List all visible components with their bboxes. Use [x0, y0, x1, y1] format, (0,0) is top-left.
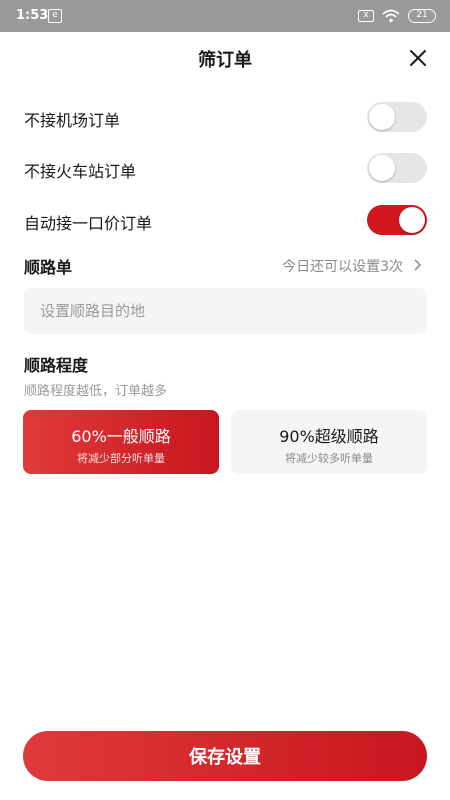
status-time: 1:53 [16, 8, 49, 23]
header: 筛订单 [0, 32, 450, 84]
status-bar: 1:53 e x 21 [0, 0, 450, 32]
wifi-icon [382, 9, 400, 23]
route-degree-title: 顺路程度 [24, 356, 89, 375]
route-destination-input[interactable] [24, 288, 427, 334]
route-order-row: 顺路单 今日还可以设置3次 [24, 252, 427, 278]
toggle-label-airport: 不接机场订单 [24, 111, 121, 130]
status-indicators: x 21 [358, 8, 436, 24]
switch-knob [369, 104, 395, 130]
toggle-label-train-station: 不接火车站订单 [24, 162, 137, 181]
fixed-price-order-switch[interactable] [367, 205, 427, 235]
option-title: 60%一般顺路 [71, 427, 171, 446]
option-description: 将减少部分听单量 [77, 452, 165, 465]
route-option-60[interactable]: 60%一般顺路 将减少部分听单量 [23, 410, 219, 474]
route-degree-subtitle: 顺路程度越低，订单越多 [24, 384, 168, 399]
page-title: 筛订单 [198, 50, 252, 71]
switch-knob [399, 207, 425, 233]
train-station-order-switch[interactable] [367, 153, 427, 183]
toggle-row-train-station: 不接火车站订单 [24, 153, 427, 183]
toggle-row-airport: 不接机场订单 [24, 102, 427, 132]
toggle-row-fixed-price: 自动接一口价订单 [24, 205, 427, 235]
chevron-right-icon[interactable] [411, 259, 423, 271]
save-settings-button[interactable]: 保存设置 [23, 731, 427, 781]
close-icon[interactable] [408, 48, 428, 68]
route-section-title: 顺路单 [24, 258, 73, 277]
switch-knob [369, 155, 395, 181]
no-sim-icon: x [358, 10, 374, 22]
option-description: 将减少较多听单量 [285, 452, 373, 465]
app-notification-icon: e [48, 9, 62, 23]
toggle-label-fixed-price: 自动接一口价订单 [24, 214, 153, 233]
airport-order-switch[interactable] [367, 102, 427, 132]
battery-icon: 21 [408, 9, 436, 23]
option-title: 90%超级顺路 [279, 427, 379, 446]
route-quota-link[interactable]: 今日还可以设置3次 [282, 256, 403, 276]
route-option-90[interactable]: 90%超级顺路 将减少较多听单量 [231, 410, 427, 474]
